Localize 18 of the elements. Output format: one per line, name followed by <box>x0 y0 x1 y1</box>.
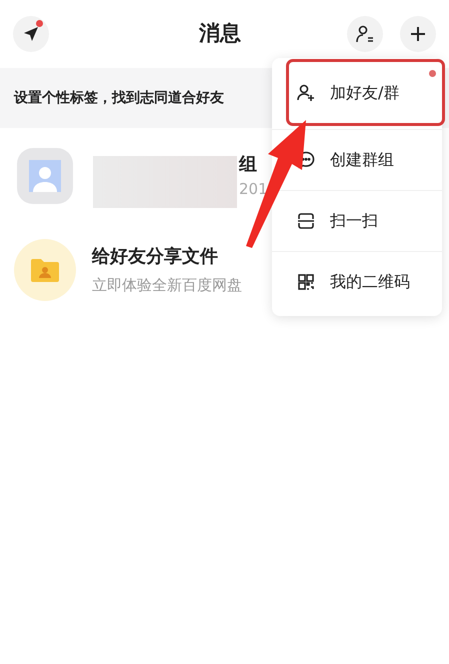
chat-title: 给好友分享文件 <box>92 245 219 270</box>
person-icon <box>29 160 61 192</box>
plus-icon <box>410 26 426 42</box>
chat-subtitle: 立即体验全新百度网盘 <box>92 275 242 296</box>
paper-plane-icon <box>22 25 40 43</box>
add-button[interactable] <box>400 16 436 52</box>
contacts-button[interactable] <box>347 16 383 52</box>
chat-title: 组 <box>238 153 258 178</box>
banner-text: 设置个性标签，找到志同道合好友 <box>14 88 224 108</box>
menu-item[interactable]: 我的二维码 <box>272 251 442 312</box>
page-title: 消息 <box>199 20 241 48</box>
person-list-icon <box>355 24 375 44</box>
person-add-icon <box>296 82 316 102</box>
scan-icon <box>296 211 316 231</box>
folder-icon <box>31 258 59 282</box>
chat-time: 201 <box>238 179 268 200</box>
send-button[interactable] <box>13 16 49 52</box>
qr-code-icon <box>296 272 316 292</box>
